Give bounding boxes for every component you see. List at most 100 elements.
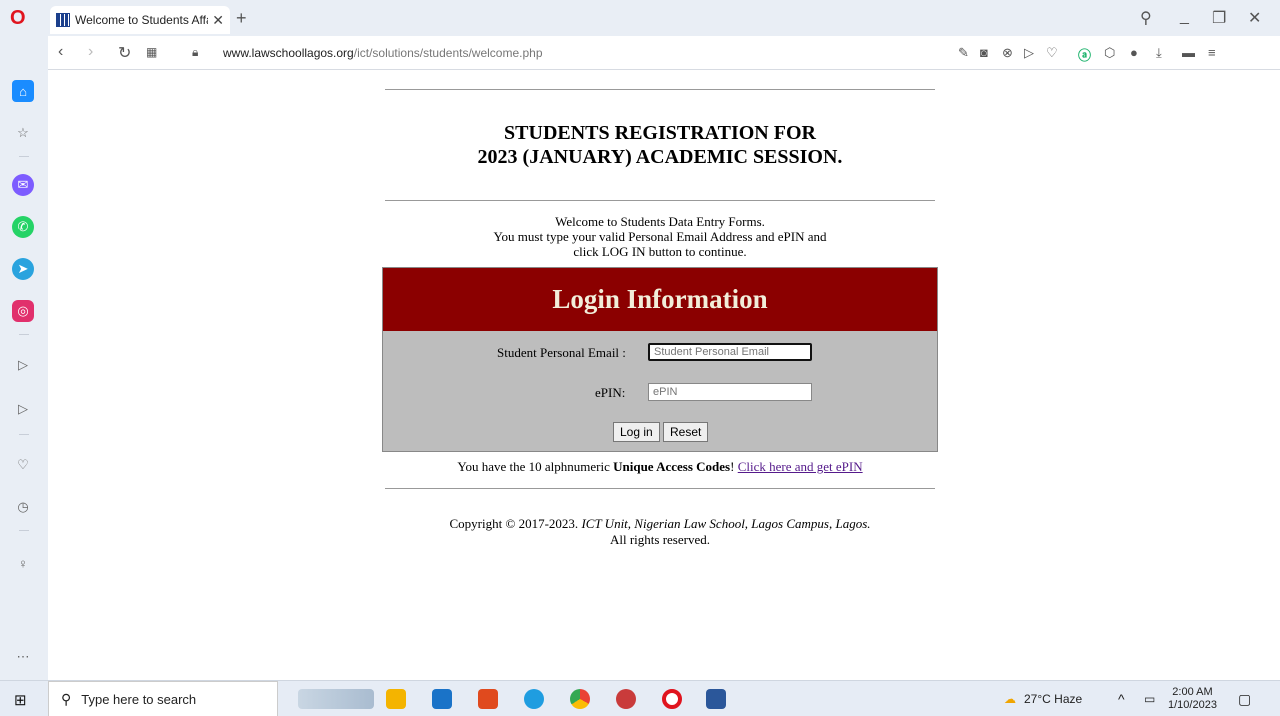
- login-heading: Login Information: [383, 268, 937, 331]
- heart-icon[interactable]: ♡: [12, 454, 34, 476]
- opera-menu-icon[interactable]: O: [10, 8, 28, 28]
- sidebar-divider: [19, 434, 29, 435]
- divider-bottom: [385, 488, 935, 489]
- url-host: www.lawschoollagos.org: [223, 46, 354, 60]
- new-tab-icon[interactable]: +: [236, 8, 247, 29]
- web-page: STUDENTS REGISTRATION FOR 2023 (JANUARY)…: [48, 71, 1280, 680]
- copyright-prefix: Copyright © 2017-2023.: [449, 516, 582, 531]
- adblock-icon[interactable]: ⊗: [1002, 45, 1013, 61]
- player-icon[interactable]: ▷: [12, 354, 34, 376]
- get-epin-link[interactable]: Click here and get ePIN: [738, 459, 863, 474]
- epin-label: ePIN:: [595, 385, 626, 400]
- search-icon: ⚲: [61, 690, 72, 707]
- access-suffix: !: [730, 459, 738, 474]
- copyright: Copyright © 2017-2023. ICT Unit, Nigeria…: [385, 516, 935, 548]
- more-options-icon[interactable]: ⋯: [12, 646, 34, 668]
- close-tab-icon[interactable]: ✕: [212, 12, 224, 29]
- favorite-icon[interactable]: ♡: [1046, 45, 1058, 61]
- page-title-line2: 2023 (JANUARY) ACADEMIC SESSION.: [477, 146, 843, 168]
- instagram-icon[interactable]: ◎: [12, 300, 34, 322]
- mail-icon[interactable]: [432, 689, 452, 709]
- taskbar-search-box[interactable]: ⚲ Type here to search: [48, 681, 278, 716]
- weather-text: 27°C Haze: [1024, 692, 1083, 706]
- email-field[interactable]: [648, 343, 812, 361]
- battery-icon[interactable]: ▭: [1144, 681, 1155, 716]
- downloads-icon[interactable]: ⤓: [1156, 45, 1162, 61]
- welcome-line3: click LOG IN button to continue.: [573, 244, 747, 259]
- lock-icon: 🔒︎: [192, 45, 199, 59]
- home-icon[interactable]: ⌂: [12, 80, 34, 102]
- browser-tab-active[interactable]: Welcome to Students Affai ✕: [50, 6, 230, 34]
- weather-cloud-sun-icon: ☁: [1004, 692, 1016, 706]
- clock-time: 2:00 AM: [1172, 686, 1213, 698]
- weather-widget[interactable]: ☁ 27°C Haze: [1004, 681, 1082, 716]
- access-prefix: You have the 10 alphnumeric: [457, 459, 614, 474]
- minimize-icon[interactable]: _: [1180, 8, 1189, 26]
- url-path: /ict/solutions/students/welcome.php: [353, 46, 543, 60]
- snapshot-icon[interactable]: ◙: [980, 45, 988, 60]
- sidebar-divider: [19, 334, 29, 335]
- tray-chevron-icon[interactable]: ^: [1118, 681, 1125, 716]
- reset-button[interactable]: Reset: [663, 422, 709, 442]
- share-icon[interactable]: ✎: [958, 45, 969, 61]
- access-bold: Unique Access Codes: [613, 459, 731, 474]
- login-form: Login Information Student Personal Email…: [382, 267, 938, 452]
- reload-icon[interactable]: ↻: [118, 43, 131, 63]
- site-favicon-icon: [56, 13, 70, 27]
- extension-a-icon[interactable]: ⓐ: [1078, 45, 1091, 64]
- taskbar-search-placeholder: Type here to search: [81, 691, 197, 707]
- forward-icon[interactable]: ›: [88, 43, 93, 61]
- tab-strip: O Welcome to Students Affai ✕ + ⚲ _ ❐ ✕: [0, 0, 1280, 36]
- app-icon[interactable]: [616, 689, 636, 709]
- office-icon[interactable]: [478, 689, 498, 709]
- browser-window: O Welcome to Students Affai ✕ + ⚲ _ ❐ ✕ …: [0, 0, 1280, 716]
- url-field[interactable]: www.lawschoollagos.org/ict/solutions/stu…: [223, 46, 543, 60]
- messenger-icon[interactable]: ✉: [12, 174, 34, 196]
- welcome-text: Welcome to Students Data Entry Forms. Yo…: [385, 214, 935, 259]
- search-highlight-image[interactable]: [298, 689, 374, 709]
- battery-saver-icon[interactable]: ▬: [1182, 45, 1195, 60]
- send-icon[interactable]: ▷: [1024, 45, 1034, 61]
- extensions-cube-icon[interactable]: ⬡: [1104, 45, 1115, 61]
- copyright-rights: All rights reserved.: [609, 532, 710, 547]
- opera-sidebar: ⌂ ☆ ✉ ✆ ➤ ◎ ▷ ▷ ♡ ◷ ♀ ⋯: [0, 36, 48, 680]
- lightbulb-icon[interactable]: ♀: [12, 552, 34, 574]
- windows-taskbar: ⊞ ⚲ Type here to search ☁ 27°C Haze ^ ▭ …: [0, 680, 1280, 716]
- clock-date: 1/10/2023: [1168, 699, 1217, 711]
- sidebar-divider: [19, 530, 29, 531]
- telegram-icon[interactable]: ➤: [12, 258, 34, 280]
- welcome-line2: You must type your valid Personal Email …: [493, 229, 827, 244]
- file-explorer-icon[interactable]: [386, 689, 406, 709]
- divider-middle: [385, 200, 935, 201]
- access-code-notice: You have the 10 alphnumeric Unique Acces…: [385, 459, 935, 475]
- speed-dial-icon[interactable]: ▦: [146, 45, 157, 59]
- history-clock-icon[interactable]: ◷: [12, 496, 34, 518]
- chrome-icon[interactable]: [570, 689, 590, 709]
- welcome-line1: Welcome to Students Data Entry Forms.: [555, 214, 765, 229]
- flow-icon[interactable]: ▷: [12, 398, 34, 420]
- back-icon[interactable]: ‹: [58, 43, 63, 61]
- windows-start-icon[interactable]: ⊞: [14, 691, 27, 709]
- search-tabs-icon[interactable]: ⚲: [1140, 8, 1152, 28]
- email-label: Student Personal Email :: [497, 345, 626, 360]
- bookmarks-star-icon[interactable]: ☆: [12, 122, 34, 144]
- address-bar: ‹ › ↻ ▦ 🔒︎ www.lawschoollagos.org/ict/so…: [48, 36, 1280, 70]
- copyright-org: ICT Unit, Nigerian Law School, Lagos Cam…: [581, 516, 871, 531]
- clock[interactable]: 2:00 AM 1/10/2023: [1168, 681, 1217, 716]
- word-icon[interactable]: [706, 689, 726, 709]
- sidebar-divider: [19, 156, 29, 157]
- whatsapp-icon[interactable]: ✆: [12, 216, 34, 238]
- opera-taskbar-icon[interactable]: [662, 689, 682, 709]
- notifications-icon[interactable]: ▢: [1238, 681, 1251, 716]
- login-button[interactable]: Log in: [613, 422, 660, 442]
- close-window-icon[interactable]: ✕: [1248, 8, 1261, 28]
- page-title-line1: STUDENTS REGISTRATION FOR: [504, 122, 816, 144]
- divider-top: [385, 89, 935, 90]
- profile-avatar-icon[interactable]: ●: [1130, 45, 1138, 60]
- edge-icon[interactable]: [524, 689, 544, 709]
- easy-setup-icon[interactable]: ≡: [1208, 45, 1216, 60]
- page-title: STUDENTS REGISTRATION FOR 2023 (JANUARY)…: [385, 121, 935, 169]
- epin-field[interactable]: [648, 383, 812, 401]
- restore-icon[interactable]: ❐: [1212, 8, 1226, 28]
- tab-title: Welcome to Students Affai: [75, 13, 209, 27]
